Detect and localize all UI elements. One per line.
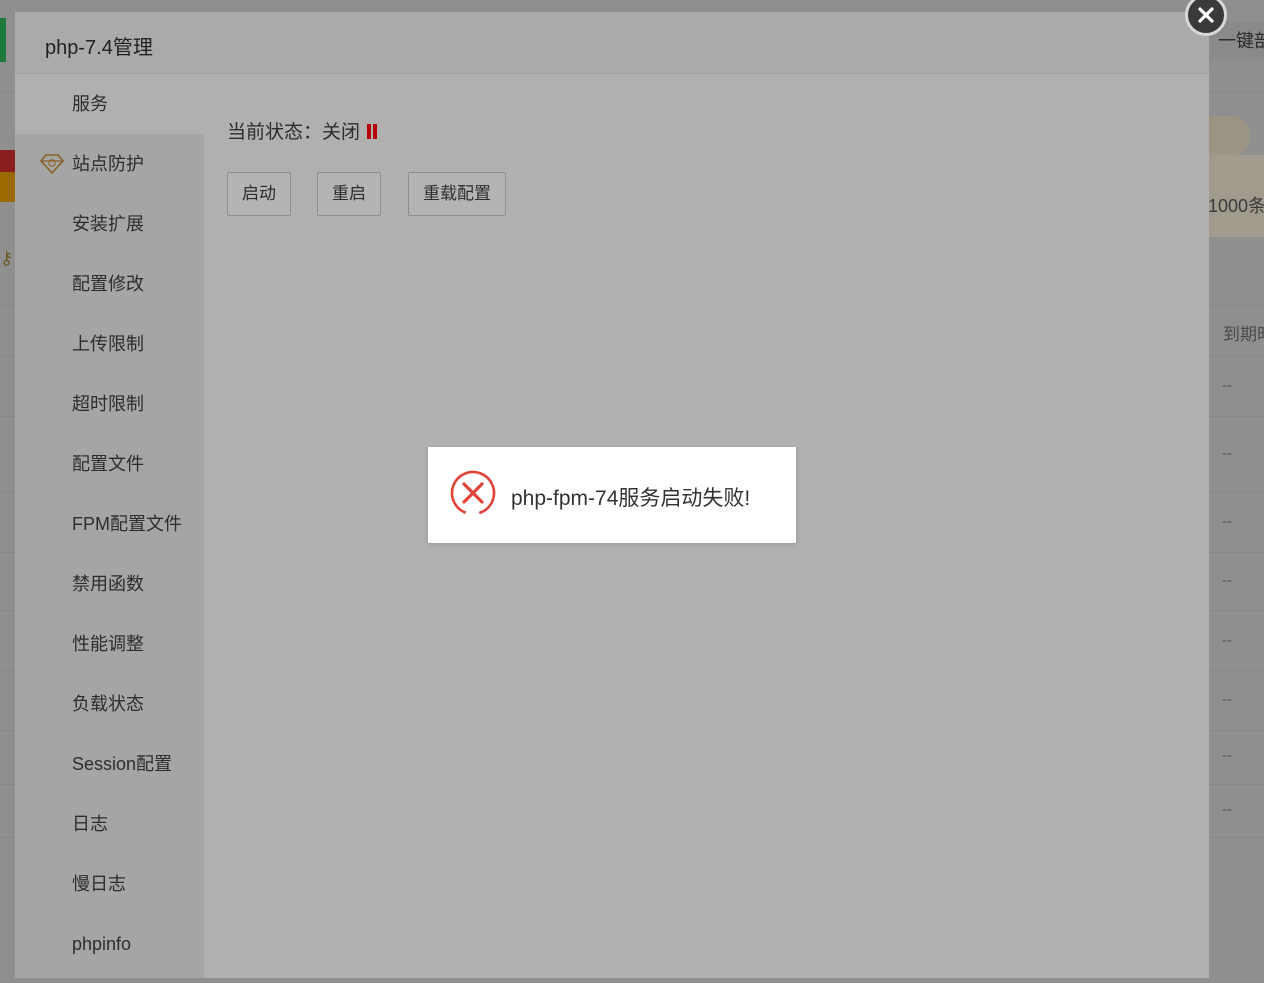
- bg-cell: --: [1222, 377, 1232, 394]
- bg-cell: --: [1222, 445, 1232, 462]
- service-status: 当前状态：关闭: [227, 117, 378, 144]
- error-circle-icon: [450, 470, 496, 516]
- sidebar-item-label: 服务: [72, 94, 108, 114]
- sidebar-item-performance[interactable]: 性能调整: [15, 614, 204, 674]
- sidebar-item-label: 超时限制: [72, 394, 144, 414]
- pause-icon: [366, 124, 378, 139]
- bg-cell: --: [1222, 572, 1232, 589]
- sidebar-item-label: 性能调整: [72, 634, 144, 654]
- bg-column-header: 到期时: [1223, 325, 1264, 344]
- sidebar-item-service[interactable]: 服务: [15, 74, 204, 134]
- sidebar-item-label: 配置文件: [72, 454, 144, 474]
- bg-green-tab: [0, 18, 6, 62]
- bg-banner: [1208, 116, 1250, 156]
- sidebar-item-label: 上传限制: [72, 334, 144, 354]
- modal-sidebar: 服务 站点防护 安装扩展 配置修改 上传限制 超时限制 配置文件 FPM配置文件: [15, 74, 204, 978]
- bg-cell: --: [1222, 632, 1232, 649]
- toast-message: php-fpm-74服务启动失败!: [511, 487, 751, 510]
- sidebar-item-label: 安装扩展: [72, 214, 144, 234]
- sidebar-item-label: 站点防护: [72, 154, 144, 174]
- bg-cell: --: [1222, 691, 1232, 708]
- bg-badge-red: [0, 150, 15, 172]
- reload-config-button[interactable]: 重载配置: [408, 172, 506, 216]
- sidebar-item-label: Session配置: [72, 754, 173, 774]
- error-toast: php-fpm-74服务启动失败!: [428, 447, 796, 543]
- modal-title: php-7.4管理: [45, 37, 153, 59]
- sidebar-item-slow-log[interactable]: 慢日志: [15, 854, 204, 914]
- start-button[interactable]: 启动: [227, 172, 291, 216]
- bg-count-text: 1000条: [1208, 196, 1264, 216]
- sidebar-item-label: 慢日志: [72, 874, 126, 894]
- sidebar-item-label: 负载状态: [72, 694, 144, 714]
- gem-icon: [39, 154, 65, 175]
- sidebar-item-label: FPM配置文件: [72, 514, 182, 534]
- key-icon: ⚷: [0, 248, 14, 268]
- sidebar-item-label: 配置修改: [72, 274, 144, 294]
- sidebar-item-timeout-limit[interactable]: 超时限制: [15, 374, 204, 434]
- sidebar-item-load-status[interactable]: 负载状态: [15, 674, 204, 734]
- sidebar-item-site-protection[interactable]: 站点防护: [15, 134, 204, 194]
- restart-button[interactable]: 重启: [317, 172, 381, 216]
- sidebar-item-install-extension[interactable]: 安装扩展: [15, 194, 204, 254]
- sidebar-item-label: 日志: [72, 814, 108, 834]
- status-text: 当前状态：关闭: [227, 122, 361, 143]
- bg-cell: --: [1222, 513, 1232, 530]
- sidebar-item-upload-limit[interactable]: 上传限制: [15, 314, 204, 374]
- sidebar-item-phpinfo[interactable]: phpinfo: [15, 914, 204, 974]
- sidebar-item-label: phpinfo: [72, 934, 132, 954]
- sidebar-item-session-config[interactable]: Session配置: [15, 734, 204, 794]
- sidebar-item-config-file[interactable]: 配置文件: [15, 434, 204, 494]
- sidebar-item-label: 禁用函数: [72, 574, 144, 594]
- modal-header: php-7.4管理: [15, 12, 1209, 74]
- bg-cell: --: [1222, 801, 1232, 818]
- sidebar-item-fpm-config-file[interactable]: FPM配置文件: [15, 494, 204, 554]
- sidebar-item-disabled-functions[interactable]: 禁用函数: [15, 554, 204, 614]
- sidebar-item-config-modify[interactable]: 配置修改: [15, 254, 204, 314]
- close-icon: [1198, 7, 1214, 23]
- bg-cell: --: [1222, 747, 1232, 764]
- sidebar-item-log[interactable]: 日志: [15, 794, 204, 854]
